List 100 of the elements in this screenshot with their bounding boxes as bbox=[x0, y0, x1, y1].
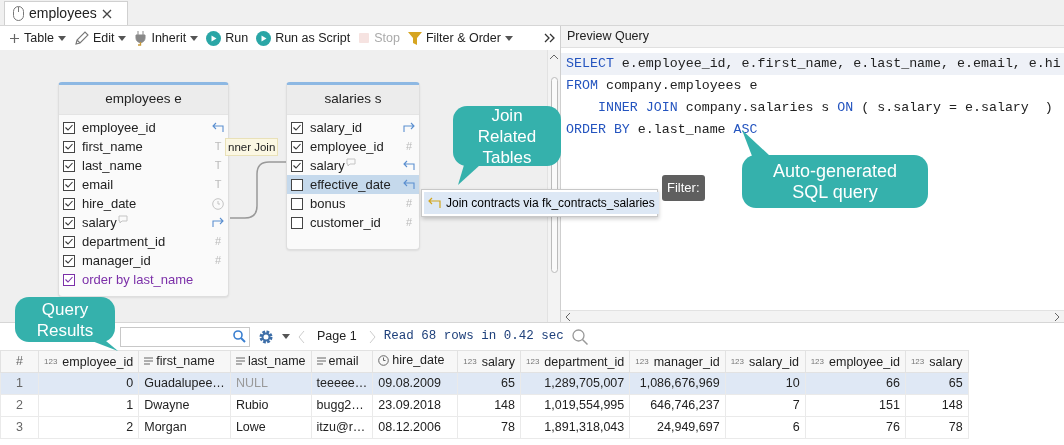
table-cell: 2 bbox=[38, 416, 139, 439]
checkbox[interactable] bbox=[291, 216, 303, 229]
column-name: customer_id bbox=[310, 213, 381, 232]
column-header[interactable]: $^{123}$ employee_id bbox=[38, 350, 139, 373]
type-mark: 123 bbox=[526, 356, 540, 369]
toolbar-button[interactable]: Inherit bbox=[131, 27, 202, 49]
column-name: department_id bbox=[82, 232, 166, 251]
checkbox[interactable] bbox=[63, 159, 75, 172]
column-name: effective_date bbox=[310, 175, 391, 194]
column-name: salary bbox=[310, 156, 345, 175]
column-name: salary bbox=[82, 213, 117, 232]
table-cell: bugg2… bbox=[311, 394, 373, 417]
type-mark: # bbox=[213, 234, 223, 250]
toolbar-button[interactable]: Table bbox=[6, 27, 69, 49]
column-header[interactable]: $^{123}$ salary bbox=[457, 350, 521, 373]
scroll-right-icon[interactable] bbox=[1055, 312, 1060, 321]
code-line: INNER JOIN company.salaries s ON ( s.salary = e.salary ) bbox=[596, 99, 1054, 117]
table-cell: 1 bbox=[0, 372, 39, 395]
checkbox[interactable] bbox=[291, 121, 303, 134]
column-name: first_name bbox=[82, 137, 143, 156]
search-field[interactable] bbox=[120, 326, 250, 347]
type-mark: # bbox=[404, 196, 414, 212]
column-row[interactable]: bonus # bbox=[287, 194, 419, 213]
column-header[interactable]: email bbox=[311, 350, 373, 373]
checkbox[interactable] bbox=[63, 178, 75, 191]
column-header[interactable]: first_name bbox=[138, 350, 231, 373]
search-icon[interactable] bbox=[571, 328, 588, 345]
column-row[interactable]: salary_id bbox=[287, 118, 419, 137]
checkbox[interactable] bbox=[291, 159, 303, 172]
type-mark: T bbox=[213, 158, 223, 174]
checkbox[interactable] bbox=[63, 235, 75, 248]
type-mark: 123 bbox=[810, 356, 824, 369]
key-arrow-icon bbox=[403, 160, 415, 171]
play-icon bbox=[206, 30, 222, 46]
column-row[interactable]: customer_id # bbox=[287, 213, 419, 232]
double-chevron-icon[interactable] bbox=[544, 33, 556, 43]
checkbox[interactable] bbox=[291, 178, 303, 191]
column-row[interactable]: order by last_name bbox=[59, 270, 228, 289]
table-node[interactable]: employees e employee_id first_name T last_name T email T hire_date salary department_id # manager_id # order by last_name bbox=[58, 82, 229, 297]
clock-icon bbox=[378, 355, 390, 367]
column-row[interactable]: first_name T bbox=[59, 137, 228, 156]
column-row[interactable]: hire_date bbox=[59, 194, 228, 213]
type-mark: 123 bbox=[44, 356, 58, 369]
key-arrow-icon bbox=[212, 217, 224, 228]
clock-icon bbox=[212, 197, 224, 210]
column-header[interactable]: hire_date bbox=[372, 350, 458, 373]
scroll-left-icon[interactable] bbox=[565, 312, 570, 321]
toolbar-button[interactable]: Edit bbox=[70, 27, 130, 49]
table-row[interactable]: 2 1 Dwayne Rubio bugg2… 23.09.2018 148 1,019,554,995 646,746,237 7 151 148 bbox=[0, 394, 969, 417]
document-tab[interactable]: employees bbox=[4, 1, 128, 25]
settings-icon[interactable] bbox=[258, 328, 274, 345]
column-header[interactable]: last_name bbox=[230, 350, 312, 373]
column-header[interactable]: $^{123}$ salary_id bbox=[725, 350, 806, 373]
column-row[interactable]: employee_id bbox=[59, 118, 228, 137]
checkbox[interactable] bbox=[63, 216, 75, 229]
table-cell: Rubio bbox=[230, 394, 312, 417]
table-cell: 646,746,237 bbox=[629, 394, 726, 417]
menu-item[interactable]: Join contracts via fk_contracts_salaries bbox=[424, 192, 659, 214]
toolbar-button[interactable]: Run bbox=[203, 27, 252, 49]
column-header[interactable]: $^{123}$ manager_id bbox=[629, 350, 726, 373]
pencil-icon bbox=[73, 30, 89, 46]
table-cell: 148 bbox=[905, 394, 969, 417]
column-header[interactable]: $^{123}$ department_id bbox=[520, 350, 630, 373]
column-row[interactable]: last_name T bbox=[59, 156, 228, 175]
column-row[interactable]: manager_id # bbox=[59, 251, 228, 270]
checkbox[interactable] bbox=[63, 121, 75, 134]
column-row[interactable]: effective_date bbox=[287, 175, 419, 194]
toolbar-button[interactable]: Filter & Order bbox=[404, 27, 516, 49]
close-icon[interactable] bbox=[101, 8, 112, 19]
checkbox[interactable] bbox=[291, 197, 303, 210]
code-line: FROM company.employees e bbox=[565, 77, 759, 95]
checkbox[interactable] bbox=[63, 197, 75, 210]
table-row[interactable]: 1 0 Guadalupee… NULL teeeee… 09.08.2009 65 1,289,705,007 1,086,676,969 10 66 65 bbox=[0, 372, 969, 395]
column-header[interactable]: $^{123}$ employee_id bbox=[805, 350, 906, 373]
play-icon bbox=[256, 30, 272, 46]
column-row[interactable]: salary bbox=[59, 213, 228, 232]
type-mark: 123 bbox=[635, 356, 649, 369]
scroll-up-icon[interactable] bbox=[550, 54, 558, 59]
column-row[interactable]: email T bbox=[59, 175, 228, 194]
table-cell: 148 bbox=[457, 394, 521, 417]
column-header[interactable]: $^{123}$ salary bbox=[905, 350, 969, 373]
column-row[interactable]: employee_id # bbox=[287, 137, 419, 156]
page-label: Page 1 bbox=[316, 328, 358, 346]
checkbox[interactable] bbox=[291, 140, 303, 153]
horizontal-scrollbar[interactable] bbox=[561, 310, 1064, 322]
column-name: salary_id bbox=[310, 118, 363, 137]
caret-icon bbox=[282, 334, 290, 339]
checkbox[interactable] bbox=[63, 273, 75, 286]
checkbox[interactable] bbox=[63, 140, 75, 153]
lines-icon bbox=[316, 357, 326, 366]
toolbar-button[interactable]: Run as Script bbox=[253, 27, 354, 49]
table-cell: Lowe bbox=[230, 416, 312, 439]
table-node[interactable]: salaries s salary_id employee_id # salary effective_date bonus # customer_id # bbox=[286, 82, 420, 250]
column-row[interactable]: department_id # bbox=[59, 232, 228, 251]
table-cell: 08.12.2006 bbox=[372, 416, 458, 439]
table-row[interactable]: 3 2 Morgan Lowe itzu@r… 08.12.2006 78 1,891,318,043 24,949,697 6 76 78 bbox=[0, 416, 969, 439]
table-cell: 3 bbox=[0, 416, 39, 439]
column-row[interactable]: salary bbox=[287, 156, 419, 175]
column-header[interactable]: # bbox=[0, 350, 39, 373]
checkbox[interactable] bbox=[63, 254, 75, 267]
